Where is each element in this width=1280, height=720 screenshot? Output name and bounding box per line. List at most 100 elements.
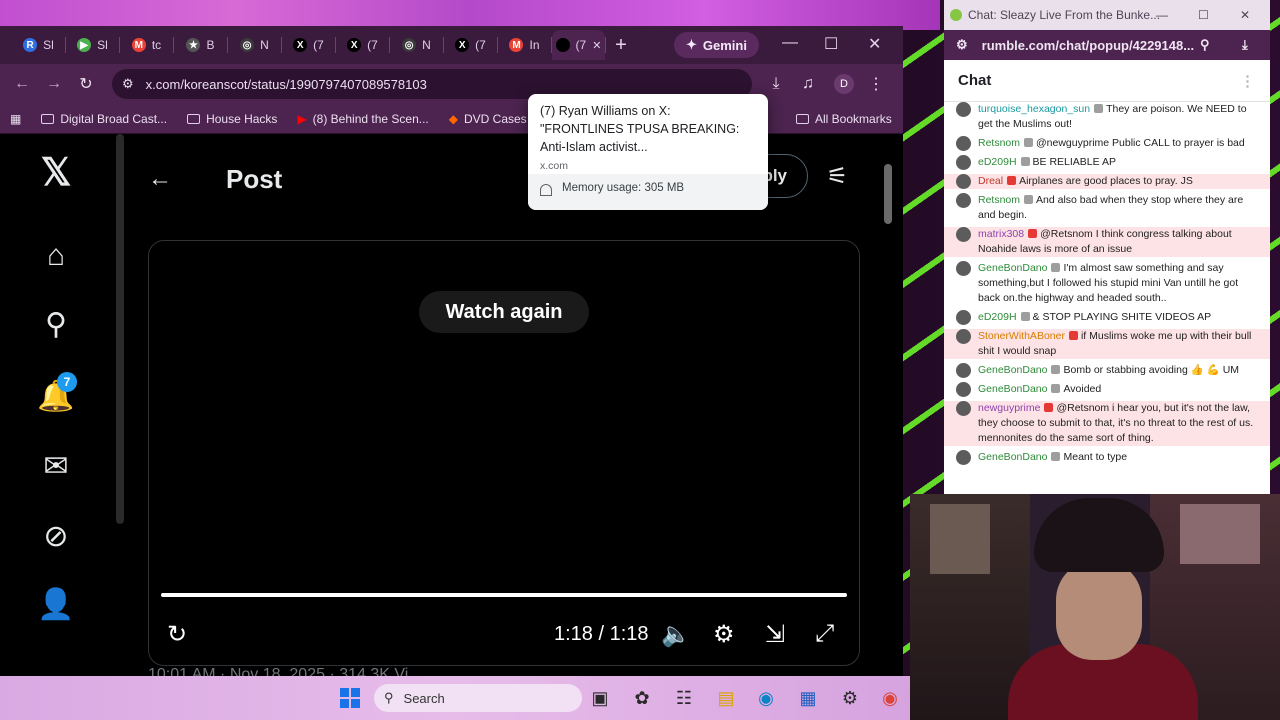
settings-sliders-icon[interactable]: ⚟ (826, 162, 848, 191)
windows-taskbar: ⚲ Search ▣ ✿ ☷ ▤ ◉ ▦ ⚙ ◉ (0, 676, 910, 720)
browser-tab[interactable]: X (7 (282, 30, 335, 60)
store-icon[interactable]: ▦ (794, 684, 822, 712)
all-bookmarks[interactable]: All Bookmarks (786, 112, 902, 126)
file-explorer-icon[interactable]: ▤ (712, 684, 740, 712)
ebay-icon: ◆ (448, 111, 458, 126)
chat-avatar[interactable] (956, 227, 971, 242)
browser-tab[interactable]: ◎ N (390, 30, 443, 60)
chat-avatar[interactable] (956, 310, 971, 325)
nav-scrollbar[interactable] (116, 134, 124, 524)
maximize-icon[interactable]: ☐ (824, 34, 838, 54)
taskbar-search[interactable]: ⚲ Search (374, 684, 582, 712)
maximize-icon[interactable]: ☐ (1198, 8, 1209, 22)
edge-icon[interactable]: ◉ (752, 684, 780, 712)
bookmark-house-hacks[interactable]: House Hacks (177, 112, 287, 126)
bookmark-behind-scenes[interactable]: ▶ (8) Behind the Scen... (287, 112, 438, 126)
start-button[interactable] (336, 684, 364, 712)
chat-avatar[interactable] (956, 329, 971, 344)
apps-icon[interactable]: ▦ (0, 112, 31, 126)
grok-icon[interactable]: ⊘ (38, 518, 74, 554)
close-window-icon[interactable]: ✕ (868, 34, 881, 54)
gemini-button[interactable]: ✦ Gemini (674, 32, 759, 58)
minimize-icon[interactable]: — (782, 34, 798, 52)
chat-username[interactable]: eD209H (978, 311, 1017, 323)
browser-tab[interactable]: ▶ Sl (66, 30, 119, 60)
site-info-icon[interactable]: ⚙ (122, 76, 134, 92)
chat-username[interactable]: GeneBonDano (978, 364, 1047, 376)
back-arrow-icon[interactable]: ← (148, 165, 178, 193)
browser-tab[interactable]: Mtc (120, 30, 173, 60)
forward-icon[interactable]: → (38, 75, 70, 93)
settings-gear-icon[interactable]: ⚙ (713, 620, 735, 649)
chat-avatar[interactable] (956, 363, 971, 378)
browser-tab[interactable]: X (7 (336, 30, 389, 60)
browser-tab[interactable]: ★ B (174, 30, 227, 60)
close-icon[interactable]: ✕ (1240, 8, 1250, 22)
profile-icon[interactable]: 👤 (37, 586, 74, 622)
chat-avatar[interactable] (956, 155, 971, 170)
chat-username[interactable]: newguyprime (978, 402, 1040, 414)
fullscreen-icon[interactable]: ⤢ (815, 620, 834, 648)
popout-icon[interactable]: ⇲ (765, 620, 785, 649)
reload-icon[interactable]: ↻ (70, 74, 102, 94)
bookmark-digital-broadcast[interactable]: Digital Broad Cast... (31, 112, 177, 126)
app-icon[interactable]: ⚙ (836, 684, 864, 712)
zoom-icon[interactable]: ⚲ (1200, 37, 1210, 53)
home-icon[interactable]: ⌂ (38, 238, 74, 274)
chat-username[interactable]: StonerWithABoner (978, 330, 1065, 342)
video-progress-bar[interactable] (161, 593, 847, 597)
video-player[interactable]: Watch again ↻ 1:18 / 1:18 🔈 ⚙ ⇲ ⤢ (148, 240, 860, 666)
chat-avatar[interactable] (956, 102, 971, 117)
new-tab-button[interactable]: + (606, 34, 636, 57)
messages-icon[interactable]: ✉ (38, 448, 74, 484)
chat-avatar[interactable] (956, 193, 971, 208)
download-icon[interactable]: ⤓ (760, 75, 792, 93)
media-icon[interactable]: ♫ (792, 75, 824, 93)
chat-username[interactable]: matrix308 (978, 228, 1024, 240)
close-tab-icon[interactable]: ✕ (592, 39, 601, 52)
back-icon[interactable]: ← (6, 75, 38, 93)
search-icon: ⚲ (384, 690, 394, 705)
x-logo-icon[interactable]: 𝕏 (38, 152, 74, 194)
chat-avatar[interactable] (956, 261, 971, 276)
tab-label: (7 (575, 38, 587, 52)
chat-username[interactable]: Retsnom (978, 137, 1020, 149)
watch-again-button[interactable]: Watch again (419, 291, 589, 333)
chat-avatar[interactable] (956, 136, 971, 151)
browser-tab[interactable]: ◎ N (228, 30, 281, 60)
browser-tab[interactable]: R Sl (12, 30, 65, 60)
replay-icon[interactable]: ↻ (167, 620, 187, 649)
chat-avatar[interactable] (956, 174, 971, 189)
browser-tab[interactable]: (7 ✕ (552, 30, 605, 60)
chat-avatar[interactable] (956, 382, 971, 397)
chat-username[interactable]: Dreal (978, 175, 1003, 187)
chat-address-bar[interactable]: ⚙ rumble.com/chat/popup/4229148... ⚲ ⤓ (944, 30, 1270, 60)
chat-username[interactable]: eD209H (978, 156, 1017, 168)
download-icon[interactable]: ⤓ (1242, 37, 1248, 53)
chat-avatar[interactable] (956, 401, 971, 416)
search-icon[interactable]: ⚲ (38, 306, 74, 342)
tab-label: N (260, 38, 269, 52)
tab-hover-card: (7) Ryan Williams on X: "FRONTLINES TPUS… (528, 94, 768, 210)
browser-tab[interactable]: M In (498, 30, 551, 60)
teams-icon[interactable]: ☷ (670, 684, 698, 712)
minimize-icon[interactable]: — (1156, 8, 1168, 22)
browser-tab[interactable]: X (7 (444, 30, 497, 60)
page-scrollbar[interactable] (884, 164, 892, 224)
copilot-icon[interactable]: ✿ (628, 684, 656, 712)
chat-username[interactable]: GeneBonDano (978, 262, 1047, 274)
chat-username[interactable]: GeneBonDano (978, 451, 1047, 463)
notification-badge: 7 (57, 372, 77, 392)
task-view-icon[interactable]: ▣ (586, 684, 614, 712)
chrome-icon[interactable]: ◉ (876, 684, 904, 712)
chat-message-list[interactable]: turquoise_hexagon_sun They are poison. We… (944, 102, 1270, 494)
profile-avatar[interactable]: D (834, 74, 854, 94)
site-info-icon[interactable]: ⚙ (956, 37, 968, 53)
chat-options-icon[interactable]: ⋮ (1240, 72, 1255, 90)
chat-avatar[interactable] (956, 450, 971, 465)
chat-username[interactable]: turquoise_hexagon_sun (978, 103, 1090, 115)
volume-icon[interactable]: 🔈 (661, 620, 691, 649)
chat-username[interactable]: GeneBonDano (978, 383, 1047, 395)
chat-username[interactable]: Retsnom (978, 194, 1020, 206)
menu-icon[interactable]: ⋮ (860, 74, 892, 94)
